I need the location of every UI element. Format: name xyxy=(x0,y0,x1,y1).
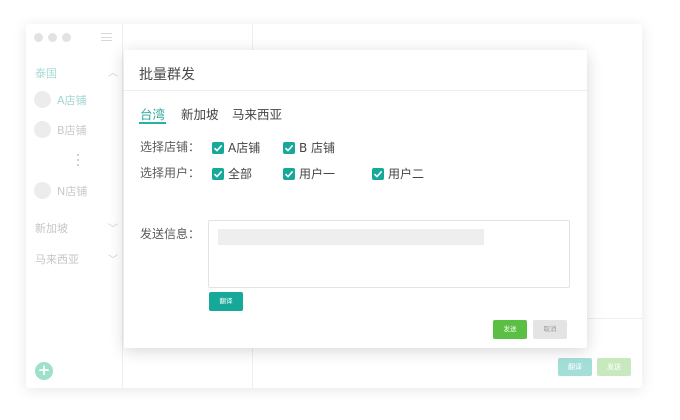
sidebar-region-malaysia[interactable]: 马来西亚 xyxy=(35,251,79,267)
checkbox-label: A店铺 xyxy=(228,141,261,155)
checkbox-user-all[interactable]: 全部 xyxy=(212,165,252,182)
store-label: A店铺 xyxy=(57,93,87,107)
modal-title: 批量群发 xyxy=(139,67,195,83)
background-send-button[interactable]: 发送 xyxy=(597,358,631,376)
checkbox-checked-icon xyxy=(283,167,295,180)
active-tab-indicator xyxy=(139,122,166,124)
translate-button[interactable]: 翻译 xyxy=(209,292,243,311)
message-text-placeholder xyxy=(218,229,484,245)
checkbox-store-b[interactable]: B 店铺 xyxy=(283,139,335,156)
checkbox-checked-icon xyxy=(372,167,384,180)
window-controls xyxy=(34,33,71,42)
checkbox-label: 用户一 xyxy=(299,167,336,181)
checkbox-checked-icon xyxy=(212,167,224,180)
checkbox-user-1[interactable]: 用户一 xyxy=(283,165,335,182)
message-label: 发送信息： xyxy=(140,227,201,241)
chevron-down-icon[interactable]: ﹀ xyxy=(108,220,118,235)
sidebar: 泰国 ︿ A店铺 B店铺 N店铺 新加坡 ﹀ 马来西亚 ﹀ + xyxy=(26,24,123,388)
chevron-up-icon[interactable]: ︿ xyxy=(108,64,118,79)
tab-malaysia[interactable]: 马来西亚 xyxy=(232,104,282,123)
checkbox-label: B 店铺 xyxy=(299,141,336,155)
sidebar-store-n[interactable]: N店铺 xyxy=(34,182,87,199)
checkbox-checked-icon xyxy=(283,141,295,154)
store-label: N店铺 xyxy=(57,184,88,198)
sidebar-region-singapore[interactable]: 新加坡 xyxy=(35,220,68,236)
avatar xyxy=(34,121,51,138)
window-dot-close[interactable] xyxy=(34,33,43,42)
tab-taiwan[interactable]: 台湾 xyxy=(140,104,165,123)
store-label: B店铺 xyxy=(57,123,87,137)
avatar xyxy=(34,91,51,108)
user-select-label: 选择用户： xyxy=(140,166,201,180)
batch-send-modal: 批量群发 台湾 新加坡 马来西亚 选择店铺： A店铺 B 店铺 选择用户： 全部… xyxy=(124,50,587,348)
store-select-label: 选择店铺： xyxy=(140,140,201,154)
add-button[interactable]: + xyxy=(35,362,53,380)
send-button[interactable]: 发送 xyxy=(493,320,527,339)
divider xyxy=(124,90,587,91)
window-dot-maximize[interactable] xyxy=(62,33,71,42)
checkbox-label: 用户二 xyxy=(388,167,425,181)
checkbox-checked-icon xyxy=(212,141,224,154)
checkbox-label: 全部 xyxy=(228,167,253,181)
cancel-button[interactable]: 取消 xyxy=(533,320,567,339)
window-dot-minimize[interactable] xyxy=(48,33,57,42)
tab-singapore[interactable]: 新加坡 xyxy=(181,104,219,123)
sidebar-store-b[interactable]: B店铺 xyxy=(34,121,87,138)
background-translate-button[interactable]: 翻译 xyxy=(558,358,592,376)
checkbox-store-a[interactable]: A店铺 xyxy=(212,139,260,156)
avatar xyxy=(34,182,51,199)
message-textarea[interactable] xyxy=(208,220,570,288)
sidebar-region-thailand[interactable]: 泰国 xyxy=(35,65,57,81)
checkbox-user-2[interactable]: 用户二 xyxy=(372,165,424,182)
chevron-down-icon[interactable]: ﹀ xyxy=(108,251,118,266)
sidebar-store-a[interactable]: A店铺 xyxy=(34,91,87,108)
menu-icon[interactable] xyxy=(101,33,112,41)
more-dots-icon xyxy=(77,154,79,166)
